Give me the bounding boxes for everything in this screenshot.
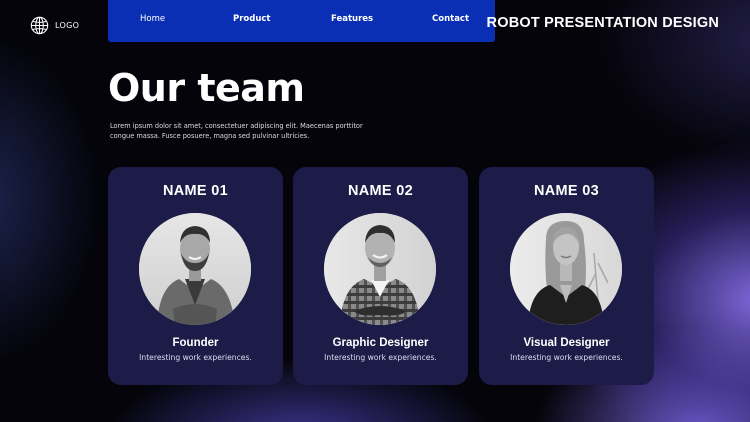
- avatar-photo: [510, 213, 622, 325]
- member-role: Visual Designer: [523, 337, 610, 349]
- top-navigation: Home Product Features Contact: [108, 0, 495, 42]
- member-subtitle: Interesting work experiences.: [139, 353, 252, 362]
- nav-home[interactable]: Home: [140, 14, 165, 24]
- member-role: Founder: [172, 337, 219, 349]
- nav-contact[interactable]: Contact: [432, 14, 469, 24]
- logo-text: LOGO: [55, 21, 80, 30]
- logo[interactable]: LOGO: [30, 16, 79, 35]
- nav-features[interactable]: Features: [331, 14, 373, 24]
- nav-product[interactable]: Product: [233, 14, 271, 24]
- team-card-visual-designer: NAME 03 Visual Designer Interesting work…: [479, 167, 654, 385]
- member-role: Graphic Designer: [332, 337, 429, 349]
- team-card-graphic-designer: NAME 02 Graphic Designer Interesting wor…: [293, 167, 468, 385]
- team-card-founder: NAME 01 Founder Interesting work experie…: [108, 167, 283, 385]
- globe-icon: [30, 16, 49, 35]
- brand-title: ROBOT PRESENTATION DESIGN: [486, 15, 719, 31]
- page-description: Lorem ipsum dolor sit amet, consectetuer…: [110, 122, 363, 140]
- page-title: Our team: [108, 66, 305, 110]
- member-name: NAME 02: [348, 183, 413, 199]
- member-subtitle: Interesting work experiences.: [324, 353, 437, 362]
- avatar-photo: [324, 213, 436, 325]
- member-name: NAME 03: [534, 183, 599, 199]
- avatar-photo: [139, 213, 251, 325]
- member-name: NAME 01: [163, 183, 228, 199]
- member-subtitle: Interesting work experiences.: [510, 353, 623, 362]
